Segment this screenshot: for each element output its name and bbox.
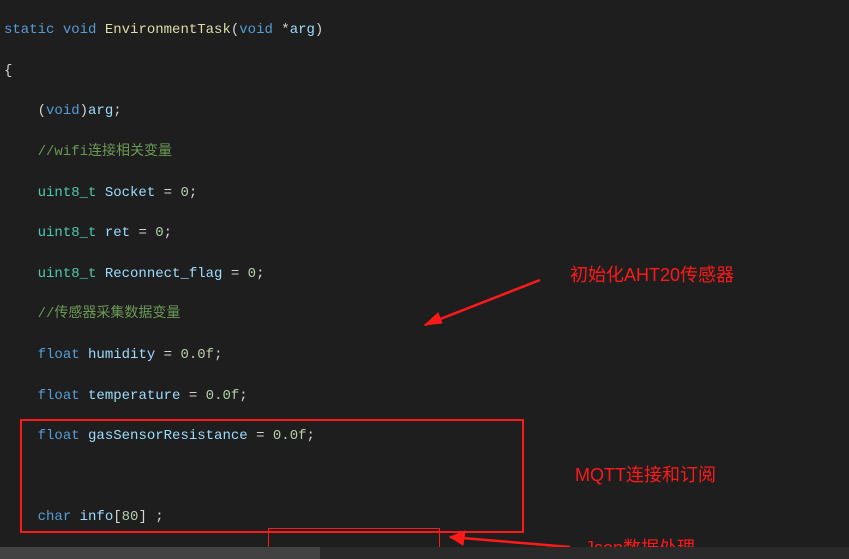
- code-line: uint8_t ret = 0;: [4, 223, 849, 243]
- code-line: char info[80] ;: [4, 507, 849, 527]
- code-line: //传感器采集数据变量: [4, 304, 849, 324]
- code-line: float gasSensorResistance = 0.0f;: [4, 426, 849, 446]
- code-line: //wifi连接相关变量: [4, 142, 849, 162]
- code-line: [4, 467, 849, 487]
- function-name: EnvironmentTask: [105, 22, 231, 38]
- comment: //wifi连接相关变量: [4, 144, 172, 160]
- keyword-static: static: [4, 22, 54, 38]
- code-line: (void)arg;: [4, 101, 849, 121]
- code-line: static void EnvironmentTask(void *arg): [4, 20, 849, 40]
- code-line: float humidity = 0.0f;: [4, 345, 849, 365]
- horizontal-scrollbar[interactable]: [0, 547, 849, 559]
- code-line: uint8_t Reconnect_flag = 0;: [4, 264, 849, 284]
- comment: //传感器采集数据变量: [4, 306, 180, 322]
- keyword-void: void: [63, 22, 97, 38]
- code-line: {: [4, 61, 849, 81]
- code-line: uint8_t Socket = 0;: [4, 183, 849, 203]
- code-editor[interactable]: static void EnvironmentTask(void *arg) {…: [0, 0, 849, 559]
- code-line: float temperature = 0.0f;: [4, 386, 849, 406]
- scroll-thumb[interactable]: [0, 547, 320, 559]
